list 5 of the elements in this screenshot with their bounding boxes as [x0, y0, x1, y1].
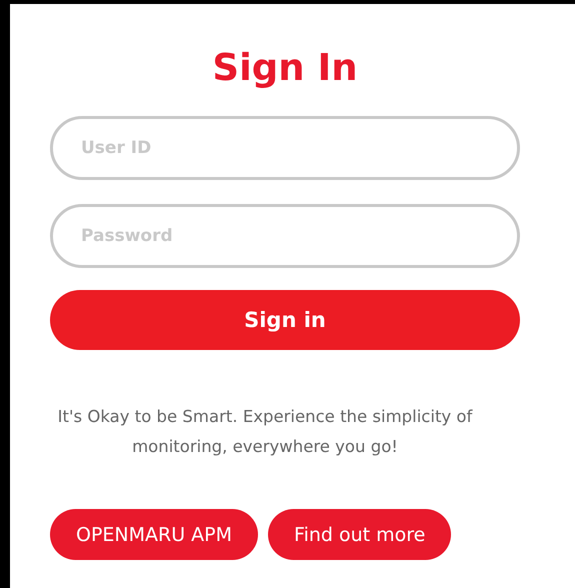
- sign-in-title: Sign In: [211, 46, 359, 90]
- sign-in-button[interactable]: Sign in: [50, 290, 520, 350]
- tagline-text: It's Okay to be Smart. Experience the simplicity of monitoring, everywhere you go!: [56, 406, 474, 458]
- link-button[interactable]: Find out more: [268, 509, 452, 560]
- link-button[interactable]: OPENMARU APM: [50, 509, 258, 560]
